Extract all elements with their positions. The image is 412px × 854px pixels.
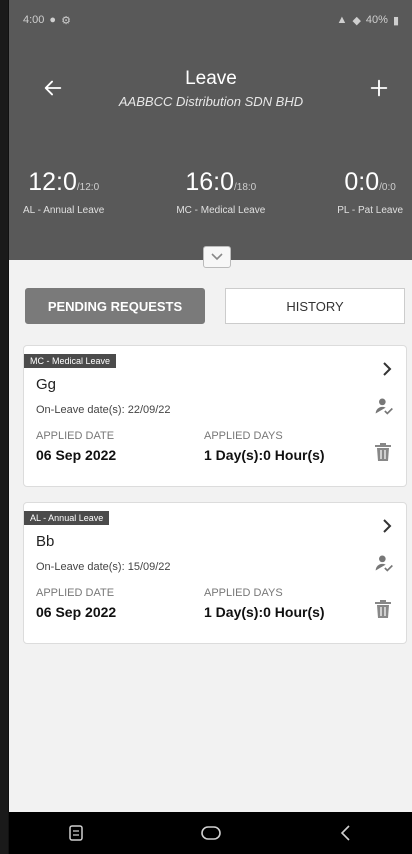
on-leave-dates: On-Leave date(s): 15/09/22 bbox=[36, 561, 171, 573]
balance-medical-leave: 16:0/18:0 MC - Medical Leave bbox=[176, 168, 265, 216]
balance-pat-leave: 0:0/0:0 PL - Pat Leave bbox=[337, 168, 403, 216]
leave-request-card[interactable]: MC - Medical Leave Gg On-Leave date(s): … bbox=[23, 345, 407, 487]
home-icon bbox=[201, 826, 221, 840]
add-leave-button[interactable] bbox=[361, 70, 397, 106]
app-screen: 4:00 ● ⚙ ▲ ◆ 40% ▮ Leave AABBCC Distribu… bbox=[8, 0, 412, 854]
recent-apps-button[interactable] bbox=[56, 818, 96, 848]
chevron-right-icon[interactable] bbox=[382, 517, 392, 538]
battery-text: 40% bbox=[365, 14, 388, 26]
tab-history[interactable]: HISTORY bbox=[225, 288, 405, 324]
trash-icon[interactable] bbox=[374, 599, 392, 619]
recent-apps-icon bbox=[69, 825, 84, 841]
home-button[interactable] bbox=[191, 818, 231, 848]
company-name: AABBCC Distribution SDN BHD bbox=[118, 94, 304, 109]
applied-date-label: APPLIED DATE bbox=[36, 587, 115, 599]
balance-value: 0:0 bbox=[344, 168, 380, 196]
balance-label: MC - Medical Leave bbox=[176, 205, 266, 216]
status-bar: 4:00 ● ⚙ ▲ ◆ 40% ▮ bbox=[23, 8, 399, 32]
balance-label: PL - Pat Leave bbox=[337, 205, 403, 216]
page-title: Leave bbox=[185, 68, 237, 89]
signal-icon: ▲ bbox=[336, 14, 348, 26]
balance-total: /0:0 bbox=[379, 182, 396, 193]
plus-icon bbox=[370, 79, 388, 97]
applied-days-label: APPLIED DAYS bbox=[204, 430, 283, 442]
wifi-icon: ◆ bbox=[352, 14, 361, 27]
leave-type-tag: AL - Annual Leave bbox=[24, 511, 110, 525]
trash-icon[interactable] bbox=[374, 442, 392, 462]
user-check-icon[interactable] bbox=[374, 396, 394, 416]
back-icon bbox=[340, 825, 350, 841]
leave-request-card[interactable]: AL - Annual Leave Bb On-Leave date(s): 1… bbox=[23, 502, 407, 644]
settings-icon: ⚙ bbox=[61, 14, 71, 27]
request-name: Bb bbox=[36, 533, 55, 550]
balance-value: 16:0 bbox=[185, 168, 234, 196]
balance-annual-leave: 12:0/12:0 AL - Annual Leave bbox=[23, 168, 104, 216]
chevron-right-icon[interactable] bbox=[382, 360, 392, 381]
system-nav-bar bbox=[9, 812, 412, 854]
applied-days-label: APPLIED DAYS bbox=[204, 587, 283, 599]
user-check-icon[interactable] bbox=[374, 553, 394, 573]
chevron-down-icon bbox=[211, 253, 223, 261]
tab-pending-requests[interactable]: PENDING REQUESTS bbox=[25, 288, 205, 324]
applied-date-value: 06 Sep 2022 bbox=[36, 604, 117, 620]
on-leave-dates: On-Leave date(s): 22/09/22 bbox=[36, 404, 171, 416]
balance-value: 12:0 bbox=[28, 168, 77, 196]
applied-date-label: APPLIED DATE bbox=[36, 430, 115, 442]
applied-date-value: 06 Sep 2022 bbox=[36, 447, 117, 463]
leave-type-tag: MC - Medical Leave bbox=[24, 354, 117, 368]
title-row: Leave AABBCC Distribution SDN BHD bbox=[9, 60, 412, 130]
applied-days-value: 1 Day(s):0 Hour(s) bbox=[204, 604, 325, 620]
balance-total: /18:0 bbox=[234, 182, 257, 193]
nav-back-button[interactable] bbox=[326, 818, 366, 848]
applied-days-value: 1 Day(s):0 Hour(s) bbox=[204, 447, 325, 463]
balance-label: AL - Annual Leave bbox=[23, 205, 105, 216]
request-name: Gg bbox=[36, 376, 57, 393]
expand-button[interactable] bbox=[203, 246, 231, 268]
status-time: 4:00 bbox=[23, 14, 45, 26]
battery-icon: ▮ bbox=[392, 14, 399, 27]
leave-balances: 12:0/12:0 AL - Annual Leave 16:0/18:0 MC… bbox=[9, 168, 412, 216]
balance-total: /12:0 bbox=[76, 182, 100, 193]
leave-header: 4:00 ● ⚙ ▲ ◆ 40% ▮ Leave AABBCC Distribu… bbox=[9, 0, 412, 260]
request-tabs: PENDING REQUESTS HISTORY bbox=[25, 288, 405, 324]
notification-icon: ● bbox=[49, 14, 57, 26]
